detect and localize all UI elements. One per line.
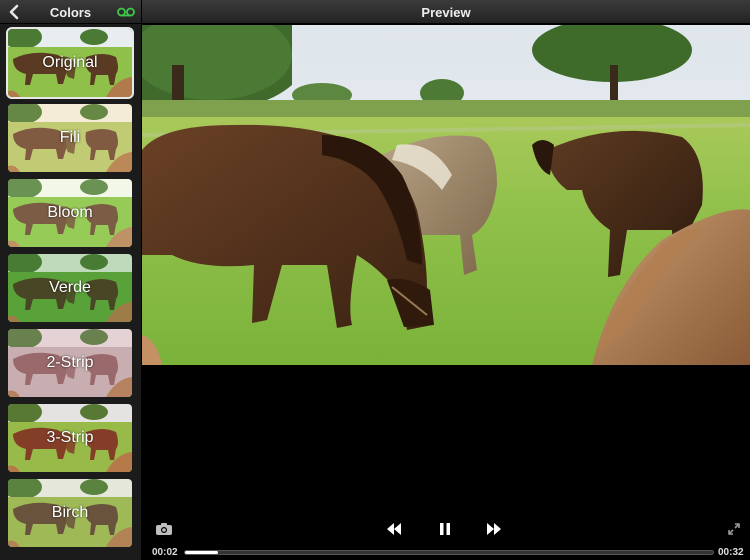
filter-3-strip[interactable]: 3-Strip [8, 404, 132, 472]
horses-video-frame [142, 25, 750, 365]
filter-original[interactable]: Original [6, 27, 134, 99]
rewind-icon[interactable] [386, 522, 402, 536]
filters-sidebar: Colors Original Fili Bloom Verde 2-Strip 3-St… [0, 0, 141, 560]
main-header: Preview [142, 0, 750, 24]
filter-label: 3-Strip [46, 429, 94, 446]
player-controls: 00:02 00:32 [142, 365, 750, 560]
page-title: Preview [421, 5, 471, 20]
filter-label: Bloom [47, 204, 93, 221]
total-time: 00:32 [718, 547, 744, 558]
pause-icon[interactable] [438, 522, 452, 536]
video-preview[interactable] [142, 25, 750, 365]
filter-label: Birch [51, 504, 89, 521]
filter-label: 2-Strip [46, 354, 94, 371]
filter-label: Original [42, 54, 98, 71]
fast-forward-icon[interactable] [486, 522, 502, 536]
filter-label: Verde [49, 279, 91, 296]
current-time: 00:02 [152, 547, 178, 558]
sidebar-header: Colors [0, 0, 141, 24]
expand-icon[interactable] [727, 522, 741, 536]
filter-verde[interactable]: Verde [8, 254, 132, 322]
scrub-progress [185, 551, 218, 554]
chevron-left-icon[interactable] [7, 4, 21, 20]
filter-fili[interactable]: Fili [8, 104, 132, 172]
loop-icon[interactable] [117, 6, 135, 18]
filter-2-strip[interactable]: 2-Strip [8, 329, 132, 397]
filter-label: Fili [59, 129, 81, 146]
filter-birch[interactable]: Birch [8, 479, 132, 547]
scrub-bar[interactable] [184, 550, 714, 555]
filter-bloom[interactable]: Bloom [8, 179, 132, 247]
camera-icon[interactable] [155, 522, 173, 536]
